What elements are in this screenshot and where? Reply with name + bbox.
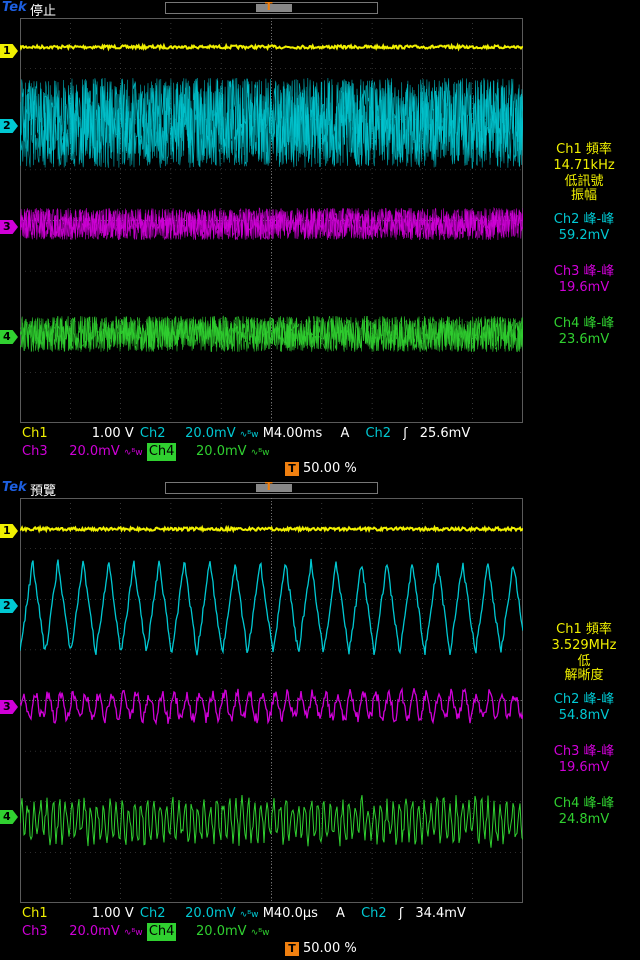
- ch3-scale[interactable]: 20.0mV: [54, 443, 120, 461]
- trigger-icon: T: [285, 941, 299, 956]
- ch4-name[interactable]: Ch4: [146, 443, 177, 461]
- ch1-frequency-readout: Ch1 頻率 14.71kHz 低訊號 振幅: [528, 142, 640, 204]
- ch1-name[interactable]: Ch1: [20, 905, 50, 923]
- bw-limit-icon: ∿ᴮw: [250, 928, 270, 938]
- ch1-readout-note: 振幅: [570, 188, 597, 203]
- status-bar: Tek 停止 T: [0, 0, 640, 19]
- ch3-pk-pk-readout: Ch3 峰-峰 19.6mV: [528, 744, 640, 776]
- ch3-name[interactable]: Ch3: [20, 923, 50, 941]
- ch4-pk-pk-readout: Ch4 峰-峰 23.6mV: [528, 316, 640, 348]
- trigger-mode[interactable]: A: [336, 905, 345, 923]
- ch1-name[interactable]: Ch1: [20, 425, 50, 443]
- ch3-name[interactable]: Ch3: [20, 443, 50, 461]
- ch4-pk-pk-readout: Ch4 峰-峰 24.8mV: [528, 796, 640, 828]
- trigger-position-readout: T 50.00 %: [285, 941, 357, 956]
- ch4-readout-value: 24.8mV: [558, 812, 610, 827]
- ch4-ground-marker[interactable]: 4: [0, 810, 18, 824]
- ch3-readout-value: 19.6mV: [558, 280, 610, 295]
- measurement-readouts: Ch1 頻率 14.71kHz 低訊號 振幅 Ch2 峰-峰 59.2mV Ch…: [528, 142, 640, 368]
- ch1-readout-label: Ch1 頻率: [556, 142, 612, 157]
- trace-layer: [20, 42, 523, 353]
- ch3-readout-value: 19.6mV: [558, 760, 610, 775]
- bw-limit-icon: ∿ᴮw: [239, 910, 259, 920]
- timebase[interactable]: M40.0µs: [263, 905, 318, 923]
- ch3-scale[interactable]: 20.0mV: [54, 923, 120, 941]
- ch1-ground-marker[interactable]: 1: [0, 524, 18, 538]
- ch3-ground-marker[interactable]: 3: [0, 700, 18, 714]
- ch1-scale[interactable]: 1.00 V: [54, 905, 134, 923]
- scope-screen-top: Tek 停止 T 1 2 3 4 Ch1 頻率 14.71kHz 低訊號 振幅 …: [0, 0, 640, 480]
- record-window-indicator: [256, 4, 292, 12]
- trigger-icon: T: [285, 461, 299, 476]
- ch4-name[interactable]: Ch4: [146, 923, 177, 941]
- brand-logo: Tek: [2, 480, 27, 495]
- bw-limit-icon: ∿ᴮw: [239, 430, 259, 440]
- ch2-readout-value: 59.2mV: [558, 228, 610, 243]
- ch4-readout-label: Ch4 峰-峰: [553, 316, 615, 331]
- trigger-position-marker[interactable]: T: [265, 480, 273, 493]
- trigger-mode[interactable]: A: [340, 425, 349, 443]
- ch1-readout-note: 解晰度: [564, 668, 604, 683]
- ch3-pk-pk-readout: Ch3 峰-峰 19.6mV: [528, 264, 640, 296]
- scope-screen-bottom: Tek 預覽 T 1 2 3 4 Ch1 頻率 3.529MHz 低 解晰度 C…: [0, 480, 640, 960]
- channel-settings-row-1: Ch1 1.00 V Ch2 20.0mV ∿ᴮw M4.00ms A Ch2 …: [20, 425, 470, 443]
- trigger-source[interactable]: Ch2: [365, 425, 391, 443]
- trigger-position-marker[interactable]: T: [265, 0, 273, 13]
- ch3-readout-label: Ch3 峰-峰: [553, 264, 615, 279]
- ch2-pk-pk-readout: Ch2 峰-峰 59.2mV: [528, 212, 640, 244]
- bw-limit-icon: ∿ᴮw: [123, 448, 143, 458]
- ch4-scale[interactable]: 20.0mV: [181, 443, 247, 461]
- ch3-ground-marker[interactable]: 3: [0, 220, 18, 234]
- ch1-readout-value: 3.529MHz: [551, 638, 617, 653]
- channel-settings-row-2: Ch3 20.0mV ∿ᴮw Ch4 20.0mV ∿ᴮw: [20, 443, 269, 461]
- ch4-readout-value: 23.6mV: [558, 332, 610, 347]
- ch1-ground-marker[interactable]: 1: [0, 44, 18, 58]
- ch4-readout-label: Ch4 峰-峰: [553, 796, 615, 811]
- bw-limit-icon: ∿ᴮw: [123, 928, 143, 938]
- trigger-source[interactable]: Ch2: [361, 905, 387, 923]
- trigger-level[interactable]: 25.6mV: [420, 425, 471, 443]
- ch2-scale[interactable]: 20.0mV: [170, 425, 236, 443]
- timebase[interactable]: M4.00ms: [263, 425, 323, 443]
- ch1-scale[interactable]: 1.00 V: [54, 425, 134, 443]
- acquisition-status: 預覽: [30, 484, 57, 499]
- brand-logo: Tek: [2, 0, 27, 15]
- record-window-indicator: [256, 484, 292, 492]
- waveform-display: [20, 18, 523, 423]
- bw-limit-icon: ∿ᴮw: [250, 448, 270, 458]
- trace-layer: [20, 524, 523, 848]
- ch2-name[interactable]: Ch2: [140, 425, 166, 443]
- status-bar: Tek 預覽 T: [0, 480, 640, 499]
- ch4-ground-marker[interactable]: 4: [0, 330, 18, 344]
- channel-settings-row-2: Ch3 20.0mV ∿ᴮw Ch4 20.0mV ∿ᴮw: [20, 923, 269, 941]
- ch2-ground-marker[interactable]: 2: [0, 119, 18, 133]
- ch2-name[interactable]: Ch2: [140, 905, 166, 923]
- channel-settings-row-1: Ch1 1.00 V Ch2 20.0mV ∿ᴮw M40.0µs A Ch2 …: [20, 905, 466, 923]
- ch2-scale[interactable]: 20.0mV: [170, 905, 236, 923]
- ch3-readout-label: Ch3 峰-峰: [553, 744, 615, 759]
- ch2-pk-pk-readout: Ch2 峰-峰 54.8mV: [528, 692, 640, 724]
- ch1-frequency-readout: Ch1 頻率 3.529MHz 低 解晰度: [528, 622, 640, 684]
- ch1-readout-label: Ch1 頻率: [556, 622, 612, 637]
- ch2-ground-marker[interactable]: 2: [0, 599, 18, 613]
- trigger-position-value: 50.00 %: [303, 461, 357, 476]
- trigger-position-value: 50.00 %: [303, 941, 357, 956]
- trigger-slope-icon: ʃ: [398, 906, 404, 921]
- acquisition-status: 停止: [30, 4, 57, 19]
- waveform-display: [20, 498, 523, 903]
- ch4-scale[interactable]: 20.0mV: [181, 923, 247, 941]
- ch1-readout-value: 14.71kHz: [553, 158, 615, 173]
- ch2-readout-label: Ch2 峰-峰: [553, 212, 615, 227]
- trigger-slope-icon: ʃ: [403, 426, 408, 441]
- trigger-level[interactable]: 34.4mV: [415, 905, 466, 923]
- ch2-readout-value: 54.8mV: [558, 708, 610, 723]
- trigger-position-readout: T 50.00 %: [285, 461, 357, 476]
- ch2-readout-label: Ch2 峰-峰: [553, 692, 615, 707]
- measurement-readouts: Ch1 頻率 3.529MHz 低 解晰度 Ch2 峰-峰 54.8mV Ch3…: [528, 622, 640, 848]
